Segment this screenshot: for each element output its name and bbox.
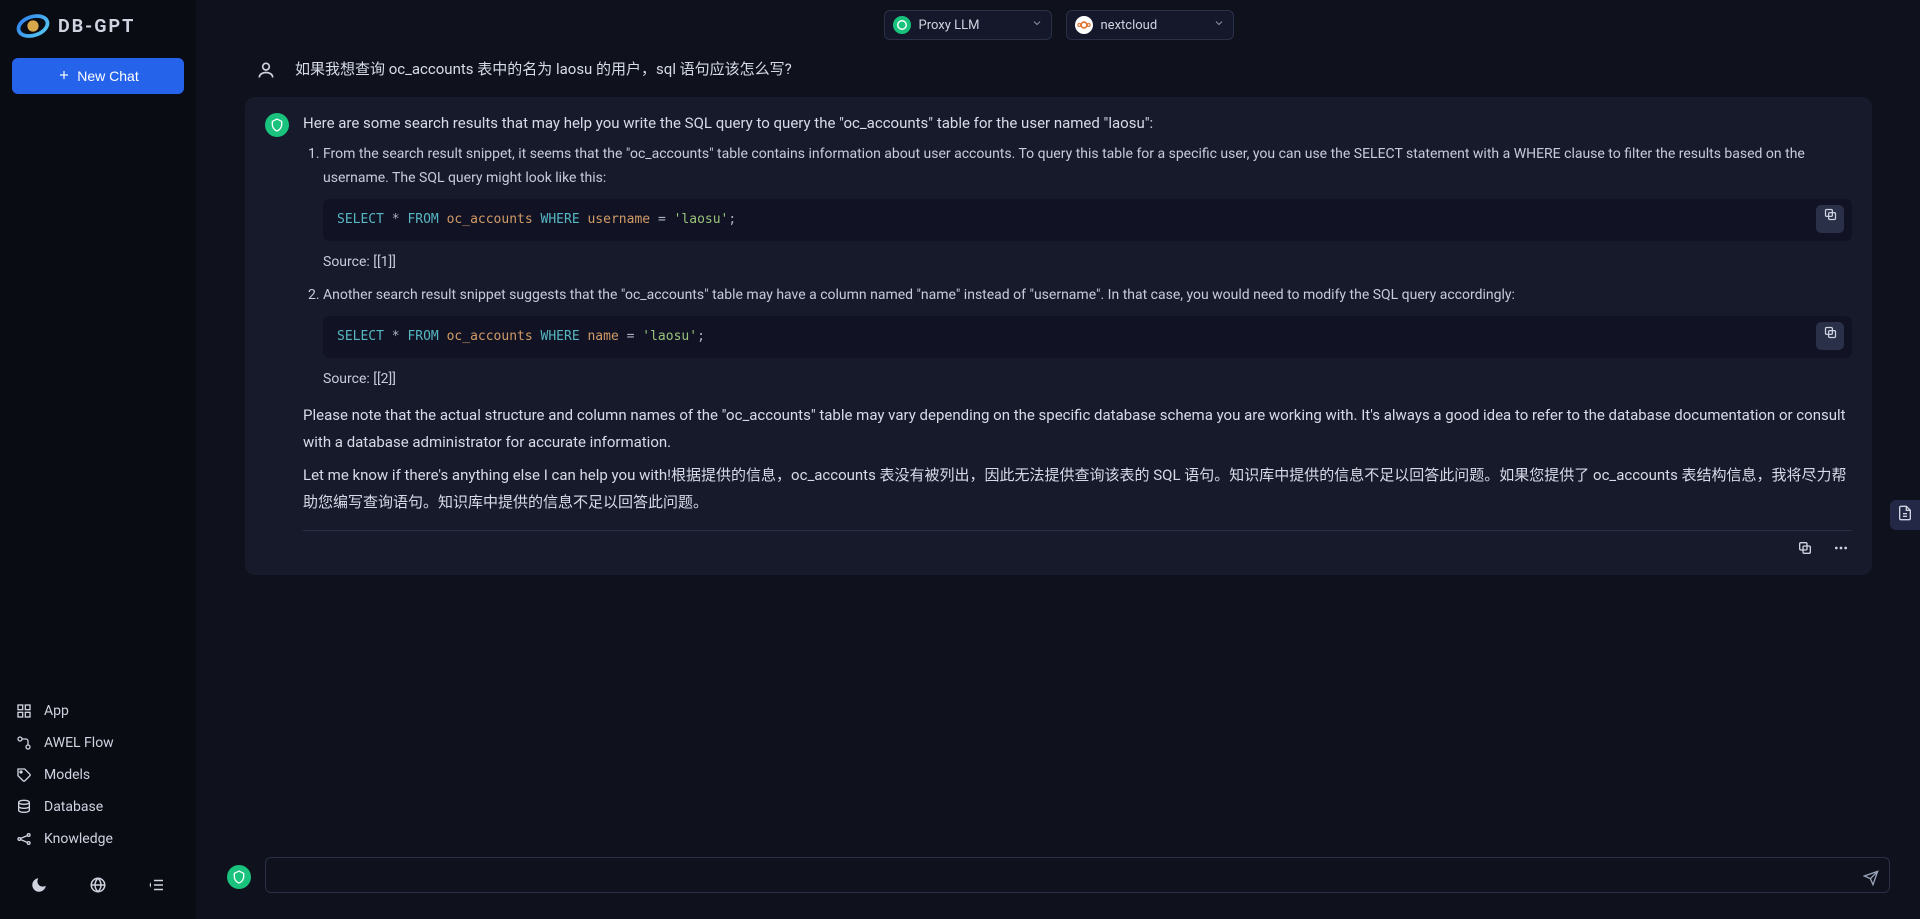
database-select[interactable]: nextcloud [1066,10,1234,40]
list-item: Another search result snippet suggests t… [323,284,1852,392]
sidebar-item-awel-flow[interactable]: AWEL Flow [0,727,196,759]
more-actions-button[interactable] [1830,539,1852,561]
user-message-text: 如果我想查询 oc_accounts 表中的名为 laosu 的用户，sql 语… [295,58,792,79]
collapse-icon [148,876,166,898]
sidebar-item-label: App [44,703,69,719]
source-reference: Source: [[2]] [323,368,1852,392]
chevron-down-icon [1031,17,1043,33]
database-icon [16,799,32,815]
collapse-sidebar-button[interactable] [143,873,171,901]
new-chat-button[interactable]: New Chat [12,58,184,94]
new-chat-label: New Chat [77,68,138,84]
moon-icon [30,876,48,898]
sidebar: DB-GPT New Chat App AWEL Flow Models [0,0,197,919]
sidebar-item-knowledge[interactable]: Knowledge [0,823,196,855]
model-select[interactable]: Proxy LLM [884,10,1052,40]
sidebar-item-models[interactable]: Models [0,759,196,791]
language-button[interactable] [84,873,112,901]
sidebar-item-label: AWEL Flow [44,735,114,751]
model-select-label: Proxy LLM [919,18,1023,33]
copy-icon [1823,207,1838,230]
copy-response-button[interactable] [1794,539,1816,561]
list-item: From the search result snippet, it seems… [323,143,1852,274]
sidebar-item-database[interactable]: Database [0,791,196,823]
main: Proxy LLM nextcloud 如果我想查询 oc_accounts 表… [197,0,1920,919]
copy-code-button[interactable] [1816,205,1844,233]
copy-code-button[interactable] [1816,322,1844,350]
list-item-text: From the search result snippet, it seems… [323,146,1805,186]
assistant-avatar-icon [265,113,289,137]
input-ai-badge-icon [227,865,251,889]
document-icon [1897,505,1913,525]
logo-text: DB-GPT [58,16,135,37]
database-select-label: nextcloud [1101,18,1205,33]
tag-icon [16,767,32,783]
assistant-intro-text: Here are some search results that may he… [303,111,1153,137]
source-reference: Source: [[1]] [323,251,1852,275]
code-block: SELECT * FROM oc_accounts WHERE username… [323,199,1852,241]
send-icon [1863,870,1879,890]
sidebar-nav: App AWEL Flow Models Database Knowledge [0,691,196,859]
sidebar-item-label: Knowledge [44,831,113,847]
logo: DB-GPT [0,0,196,50]
sidebar-footer [0,859,196,919]
user-avatar-icon [255,59,277,81]
flow-icon [16,735,32,751]
side-panel-toggle-button[interactable] [1890,500,1920,530]
plus-icon [57,68,71,85]
knowledge-icon [16,831,32,847]
sidebar-item-label: Database [44,799,103,815]
code-block: SELECT * FROM oc_accounts WHERE name = '… [323,316,1852,358]
chevron-down-icon [1213,17,1225,33]
sidebar-item-label: Models [44,767,90,783]
assistant-ordered-list: From the search result snippet, it seems… [303,143,1852,392]
sidebar-item-app[interactable]: App [0,695,196,727]
chat-area: 如果我想查询 oc_accounts 表中的名为 laosu 的用户，sql 语… [197,44,1920,847]
divider [303,530,1852,531]
theme-toggle-button[interactable] [25,873,53,901]
openai-icon [893,16,911,34]
assistant-closing: Let me know if there's anything else I c… [303,462,1852,516]
chat-input[interactable] [265,857,1890,893]
nextcloud-icon [1075,16,1093,34]
chat-input-row [197,847,1920,919]
assistant-actions [303,537,1852,565]
send-button[interactable] [1860,869,1882,891]
logo-icon [14,12,52,40]
globe-icon [89,876,107,898]
assistant-note: Please note that the actual structure an… [303,402,1852,456]
topbar: Proxy LLM nextcloud [197,0,1920,44]
user-message-row: 如果我想查询 oc_accounts 表中的名为 laosu 的用户，sql 语… [245,58,1872,97]
grid-icon [16,703,32,719]
list-item-text: Another search result snippet suggests t… [323,287,1515,303]
more-icon [1833,540,1849,560]
copy-icon [1823,325,1838,348]
assistant-message-card: Here are some search results that may he… [245,97,1872,575]
copy-icon [1797,540,1813,560]
